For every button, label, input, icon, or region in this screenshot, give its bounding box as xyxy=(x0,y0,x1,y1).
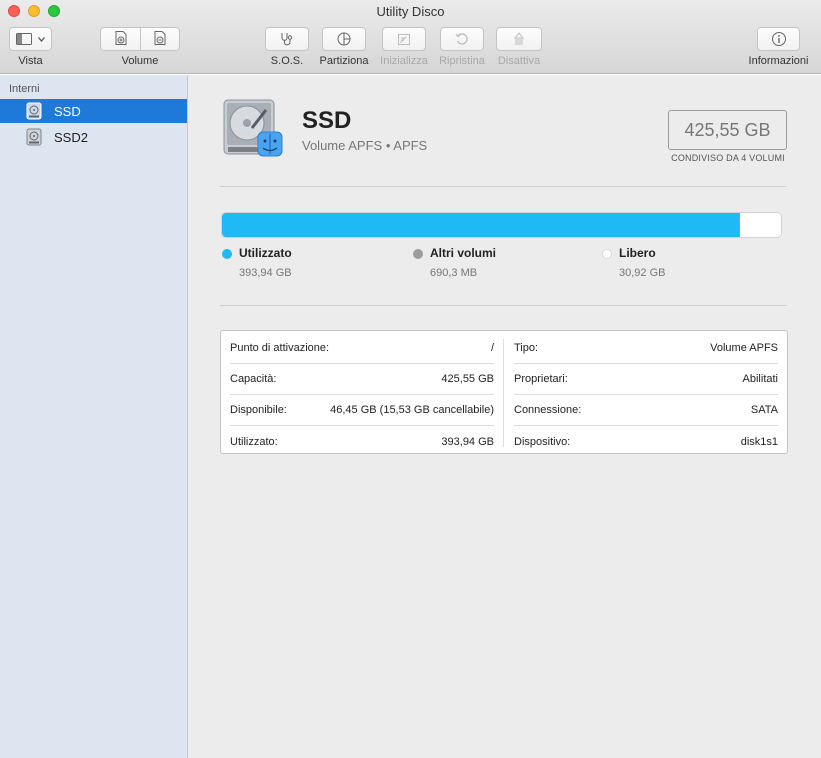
info-button[interactable] xyxy=(757,27,800,51)
info-row-used: Utilizzato: 393,94 GB xyxy=(230,426,494,457)
partition-label: Partiziona xyxy=(319,55,369,67)
main-content: SSD Volume APFS • APFS 425,55 GB CONDIVI… xyxy=(188,75,821,758)
stethoscope-icon xyxy=(279,31,295,47)
usage-bar xyxy=(221,212,782,238)
info-row-type: Tipo: Volume APFS xyxy=(514,333,778,364)
info-key: Dispositivo: xyxy=(514,435,571,448)
legend-name: Libero xyxy=(619,246,656,260)
info-key: Capacità: xyxy=(230,373,277,385)
info-row-available: Disponibile: 46,45 GB (15,53 GB cancella… xyxy=(230,395,494,426)
sidebar-item-ssd2[interactable]: SSD2 xyxy=(0,125,187,149)
info-row-owners: Proprietari: Abilitati xyxy=(514,364,778,395)
view-label: Vista xyxy=(18,55,43,67)
legend-dot-used xyxy=(222,249,232,259)
internal-disk-icon xyxy=(26,102,42,120)
legend-value: 30,92 GB xyxy=(619,267,666,279)
info-value: / xyxy=(490,342,494,354)
erase-icon xyxy=(396,31,412,47)
erase-button[interactable] xyxy=(382,27,426,51)
sidebar-item-label: SSD2 xyxy=(54,129,88,145)
add-volume-button[interactable] xyxy=(101,28,140,50)
chevron-down-icon xyxy=(38,36,45,42)
info-row-mount-point: Punto di attivazione: / xyxy=(230,333,494,364)
info-row-capacity: Capacità: 425,55 GB xyxy=(230,364,494,395)
remove-volume-icon xyxy=(152,30,168,49)
restore-arrow-icon xyxy=(454,31,470,47)
add-volume-icon xyxy=(113,30,129,49)
partition-button[interactable] xyxy=(322,27,366,51)
sidebar-toggle-icon xyxy=(16,33,32,45)
usage-bar-used xyxy=(222,213,740,237)
info-value: 46,45 GB (15,53 GB cancellabile) xyxy=(330,404,494,416)
internal-disk-icon xyxy=(26,128,42,146)
erase-label: Inizializza xyxy=(380,55,428,67)
capacity-note: CONDIVISO DA 4 VOLUMI xyxy=(671,153,785,163)
window-title: Utility Disco xyxy=(376,4,445,19)
info-value: 425,55 GB xyxy=(441,373,494,385)
unmount-button[interactable] xyxy=(496,27,542,51)
sidebar-section-internal: Interni xyxy=(9,83,40,95)
sidebar-item-label: SSD xyxy=(54,103,81,119)
partition-pie-icon xyxy=(336,31,352,47)
column-divider xyxy=(503,339,504,447)
volume-segmented-control xyxy=(100,27,180,51)
restore-button[interactable] xyxy=(440,27,484,51)
info-key: Proprietari: xyxy=(514,373,568,385)
info-key: Disponibile: xyxy=(230,404,287,416)
info-key: Utilizzato: xyxy=(230,435,278,448)
info-key: Connessione: xyxy=(514,404,582,416)
usage-bar-other xyxy=(739,213,741,237)
info-key: Punto di attivazione: xyxy=(230,342,330,354)
capacity-box: 425,55 GB xyxy=(668,110,787,150)
window-toolbar: Utility Disco Vista Volume S.O.S. Partiz… xyxy=(0,0,821,74)
unmount-label: Disattiva xyxy=(497,55,541,67)
legend-dot-free xyxy=(602,249,612,259)
volume-label: Volume xyxy=(121,55,159,67)
legend-value: 393,94 GB xyxy=(239,267,292,279)
hard-drive-icon xyxy=(222,98,284,163)
volume-subtitle: Volume APFS • APFS xyxy=(302,138,428,153)
volume-name: SSD xyxy=(302,107,352,134)
info-value: 393,94 GB xyxy=(441,435,494,448)
legend-name: Utilizzato xyxy=(239,246,292,260)
info-value: Abilitati xyxy=(742,373,778,385)
first-aid-label: S.O.S. xyxy=(270,55,304,67)
info-value: disk1s1 xyxy=(740,435,778,448)
divider xyxy=(220,186,787,187)
info-label: Informazioni xyxy=(748,55,809,67)
legend-value: 690,3 MB xyxy=(430,267,478,279)
restore-label: Ripristina xyxy=(439,55,485,67)
info-value: SATA xyxy=(750,404,778,416)
sidebar-item-ssd[interactable]: SSD xyxy=(0,99,187,123)
view-button[interactable] xyxy=(9,27,52,51)
eject-icon xyxy=(511,31,527,47)
divider xyxy=(220,305,787,306)
info-key: Tipo: xyxy=(514,342,539,354)
volume-info-table: Punto di attivazione: / Capacità: 425,55… xyxy=(220,330,788,454)
legend-dot-other xyxy=(413,249,423,259)
info-row-device: Dispositivo: disk1s1 xyxy=(514,426,778,457)
first-aid-button[interactable] xyxy=(265,27,309,51)
remove-volume-button[interactable] xyxy=(140,28,179,50)
info-icon xyxy=(771,31,787,47)
sidebar: Interni SSD SSD2 xyxy=(0,75,188,758)
legend-name: Altri volumi xyxy=(430,246,497,260)
info-value: Volume APFS xyxy=(710,342,778,354)
info-row-connection: Connessione: SATA xyxy=(514,395,778,426)
